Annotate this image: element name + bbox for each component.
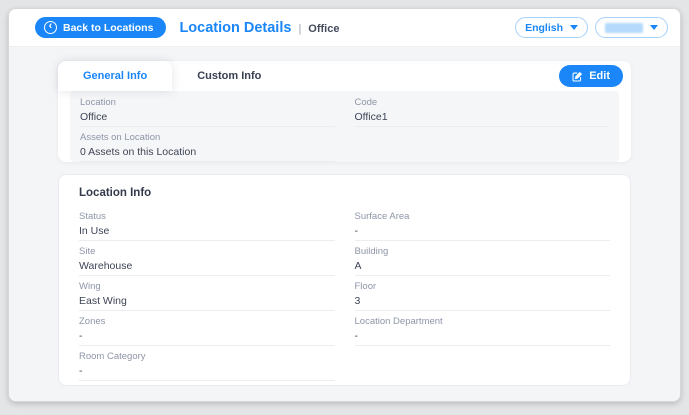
field-label: Zones [79,316,335,327]
breadcrumb: Location Details | Office [179,20,339,36]
field-zones: Zones - [79,311,335,346]
field-label: Floor [355,281,611,292]
field-location: Location Office [80,92,335,127]
field-value: 3 [355,295,611,307]
header-right: English [515,17,668,38]
field-location-department: Location Department - [355,311,611,346]
tab-custom-info-label: Custom Info [197,70,261,82]
field-floor: Floor 3 [355,276,611,311]
field-label: Room Category [79,351,335,362]
user-dropdown[interactable] [595,17,668,38]
page-body: General Info Custom Info Edit Location O… [9,47,680,401]
tab-general-info[interactable]: General Info [58,61,172,91]
field-building: Building A [355,241,611,276]
page-title: Location Details [179,20,291,36]
title-separator: | [298,23,301,35]
tab-bar: General Info Custom Info Edit [58,61,631,91]
field-value: Office [80,111,335,123]
field-value: East Wing [79,295,335,307]
field-label: Location Department [355,316,611,327]
field-value: A [355,260,611,272]
field-value: 0 Assets on this Location [80,146,335,158]
field-label: Site [79,246,335,257]
user-name-redacted [605,23,643,33]
page-subtitle: Office [308,23,339,35]
app-window: ‹ Back to Locations Location Details | O… [8,8,681,402]
field-value: - [79,365,335,377]
tab-general-info-label: General Info [83,70,147,82]
field-assets-on-location: Assets on Location 0 Assets on this Loca… [80,127,335,162]
language-dropdown-label: English [525,22,563,34]
location-info-fields: Status In Use Surface Area - Site Wareho… [79,206,610,381]
location-info-title: Location Info [79,187,610,199]
edit-button-label: Edit [589,70,610,82]
field-value: - [355,330,611,342]
general-info-card: General Info Custom Info Edit Location O… [58,61,631,162]
field-surface-area: Surface Area - [355,206,611,241]
caret-down-icon [570,25,578,30]
back-to-locations-button[interactable]: ‹ Back to Locations [35,17,166,38]
field-value: Warehouse [79,260,335,272]
caret-down-icon [650,25,658,30]
field-label: Surface Area [355,211,611,222]
location-info-card: Location Info Status In Use Surface Area… [58,174,631,386]
back-arrow-icon: ‹ [44,21,57,34]
field-value: - [355,225,611,237]
field-empty [355,346,611,381]
field-label: Wing [79,281,335,292]
field-empty [355,127,610,162]
field-status: Status In Use [79,206,335,241]
general-info-fields: Location Office Code Office1 Assets on L… [70,91,619,162]
field-value: In Use [79,225,335,237]
field-wing: Wing East Wing [79,276,335,311]
edit-button[interactable]: Edit [559,65,623,87]
field-label: Location [80,97,335,108]
field-label: Code [355,97,610,108]
field-value: - [79,330,335,342]
header: ‹ Back to Locations Location Details | O… [9,9,680,47]
field-site: Site Warehouse [79,241,335,276]
field-label: Assets on Location [80,132,335,143]
field-room-category: Room Category - [79,346,335,381]
field-code: Code Office1 [355,92,610,127]
edit-pencil-icon [572,71,583,82]
field-label: Building [355,246,611,257]
field-label: Status [79,211,335,222]
back-button-label: Back to Locations [63,22,153,34]
field-value: Office1 [355,111,610,123]
tab-custom-info[interactable]: Custom Info [172,61,286,91]
language-dropdown[interactable]: English [515,17,588,38]
